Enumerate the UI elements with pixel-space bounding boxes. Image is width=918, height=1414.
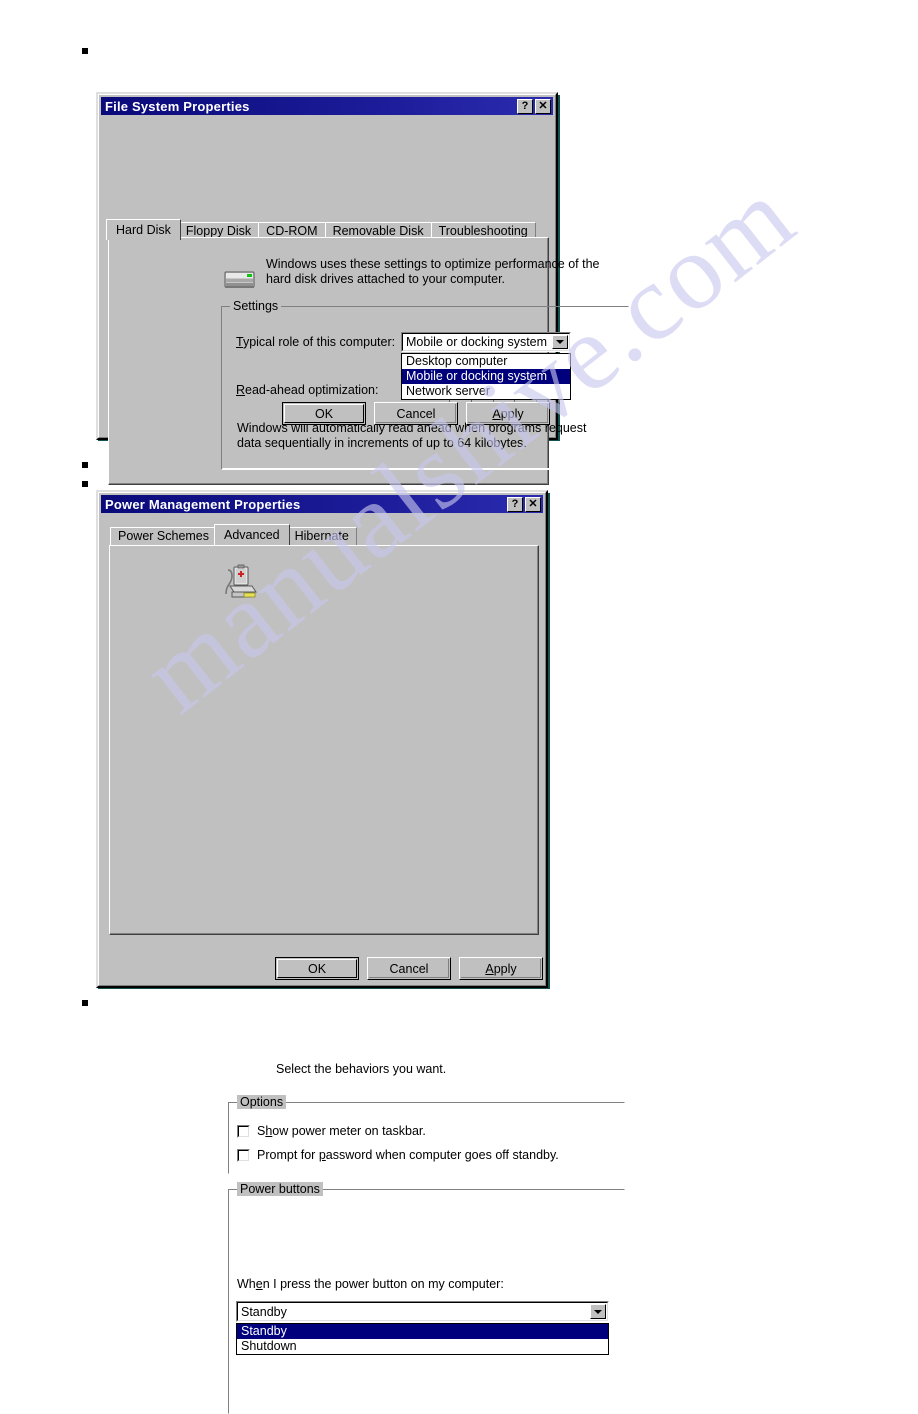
hard-disk-icon [224, 268, 256, 297]
cancel-button-label: Cancel [389, 961, 429, 976]
tab-hibernate[interactable]: Hibernate [286, 527, 357, 545]
ok-button-label: OK [314, 406, 334, 421]
description-line-1: Windows uses these settings to optimize … [266, 257, 600, 271]
list-bullet [82, 1000, 88, 1006]
ok-button-label: OK [307, 961, 327, 976]
dropdown-option-standby[interactable]: Standby [237, 1324, 608, 1339]
typical-role-value: Mobile or docking system [406, 335, 548, 349]
info-line-2: data sequentially in increments of up to… [237, 436, 527, 450]
checkbox-prompt-password-row[interactable]: Prompt for password when computer goes o… [237, 1148, 559, 1162]
help-button[interactable]: ? [507, 496, 523, 512]
typical-role-combobox[interactable]: Mobile or docking system [401, 332, 571, 352]
titlebar[interactable]: File System Properties ? ✕ [101, 97, 553, 115]
power-battery-icon [222, 564, 258, 605]
power-button-combobox[interactable]: Standby [236, 1301, 609, 1322]
groupbox-bevel [229, 1103, 624, 1173]
checkbox-show-power-meter-label: Show power meter on taskbar. [257, 1124, 426, 1138]
apply-button[interactable]: Apply [466, 402, 550, 425]
close-icon[interactable]: ✕ [535, 98, 551, 114]
power-button-value: Standby [241, 1304, 287, 1319]
tab-page-advanced [109, 545, 539, 935]
ok-button[interactable]: OK [275, 957, 359, 980]
checkbox-show-power-meter-row[interactable]: Show power meter on taskbar. [237, 1124, 426, 1138]
apply-button-accel: A [492, 406, 501, 421]
combobox-bevel [237, 1302, 608, 1321]
window-title: Power Management Properties [105, 496, 301, 512]
dialog-power-management-properties: Power Management Properties ? ✕ Power Sc… [96, 490, 625, 1414]
combobox-dropdown-button[interactable] [552, 335, 568, 349]
typical-role-label-rest: ypical role of this computer: [242, 335, 396, 349]
typical-role-label: Typical role of this computer: [236, 335, 395, 350]
dialog-file-system-properties: File System Properties ? ✕ Hard Disk Flo… [96, 92, 629, 485]
slider-tick [557, 400, 559, 405]
power-button-prompt: When I press the power button on my comp… [237, 1277, 504, 1291]
apply-button-label: Apply [492, 406, 524, 421]
power-buttons-groupbox-label: Power buttons [237, 1182, 323, 1196]
settings-groupbox-label: Settings [230, 299, 282, 313]
tab-power-schemes[interactable]: Power Schemes [110, 527, 218, 545]
power-button-dropdown-list[interactable]: Standby Shutdown [236, 1323, 609, 1355]
typical-role-label-accel: T [236, 335, 243, 349]
description-line-2: hard disk drives attached to your comput… [266, 272, 506, 286]
options-groupbox-label: Options [237, 1095, 287, 1109]
chevron-down-icon [594, 1309, 602, 1314]
tab-strip: Power Schemes Advanced Hibernate [110, 524, 357, 545]
apply-button-accel: A [485, 961, 494, 976]
ok-button[interactable]: OK [282, 402, 366, 425]
list-bullet [82, 481, 88, 487]
close-icon[interactable]: ✕ [525, 496, 541, 512]
checkbox-prompt-password-label: Prompt for password when computer goes o… [257, 1148, 559, 1162]
tab-hard-disk[interactable]: Hard Disk [106, 219, 181, 240]
dropdown-option-mobile-or-docking-system[interactable]: Mobile or docking system [402, 369, 570, 384]
tab-page-bevel [110, 546, 538, 934]
cancel-button[interactable]: Cancel [374, 402, 458, 425]
advanced-description: Select the behaviors you want. [276, 1062, 447, 1076]
combobox-dropdown-button[interactable] [590, 1304, 606, 1319]
checkbox-prompt-password[interactable] [237, 1148, 250, 1162]
dropdown-option-network-server[interactable]: Network server [402, 384, 570, 399]
titlebar[interactable]: Power Management Properties ? ✕ [101, 495, 543, 513]
window-title: File System Properties [105, 98, 250, 114]
checkbox-show-power-meter[interactable] [237, 1124, 250, 1138]
dropdown-option-desktop-computer[interactable]: Desktop computer [402, 354, 570, 369]
options-groupbox: Options [228, 1095, 625, 1174]
read-ahead-label-accel: R [236, 383, 246, 397]
cancel-button-label: Cancel [396, 406, 436, 421]
read-ahead-label: Read-ahead optimization: [236, 383, 378, 398]
cancel-button[interactable]: Cancel [367, 957, 451, 980]
apply-button[interactable]: Apply [459, 957, 543, 980]
chevron-down-icon [556, 340, 564, 344]
tab-advanced[interactable]: Advanced [214, 524, 290, 545]
typical-role-dropdown-list[interactable]: Desktop computer Mobile or docking syste… [401, 353, 571, 400]
list-bullet [82, 462, 88, 468]
apply-button-label: Apply [485, 961, 517, 976]
read-ahead-label-rest: ead-ahead optimization: [245, 383, 379, 397]
list-bullet [82, 48, 88, 54]
dropdown-option-shutdown[interactable]: Shutdown [237, 1339, 608, 1354]
help-button[interactable]: ? [517, 98, 533, 114]
